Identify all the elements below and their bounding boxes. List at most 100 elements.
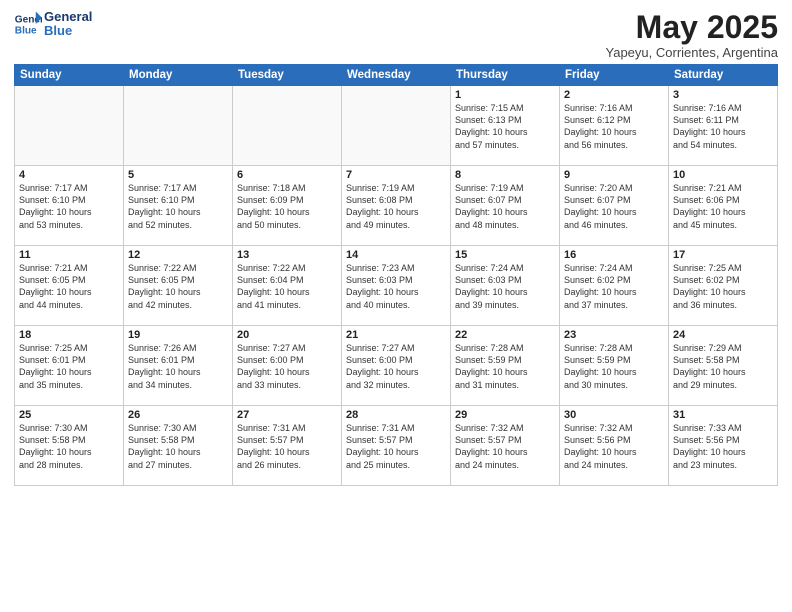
day-cell: 30Sunrise: 7:32 AMSunset: 5:56 PMDayligh…	[560, 406, 669, 486]
col-header-tuesday: Tuesday	[233, 65, 342, 86]
day-info: Sunrise: 7:21 AMSunset: 6:05 PMDaylight:…	[19, 262, 119, 311]
day-info: Sunrise: 7:30 AMSunset: 5:58 PMDaylight:…	[19, 422, 119, 471]
day-cell: 11Sunrise: 7:21 AMSunset: 6:05 PMDayligh…	[15, 246, 124, 326]
day-cell: 4Sunrise: 7:17 AMSunset: 6:10 PMDaylight…	[15, 166, 124, 246]
day-number: 8	[455, 169, 555, 181]
day-info: Sunrise: 7:30 AMSunset: 5:58 PMDaylight:…	[128, 422, 228, 471]
day-info: Sunrise: 7:17 AMSunset: 6:10 PMDaylight:…	[19, 182, 119, 231]
day-cell: 3Sunrise: 7:16 AMSunset: 6:11 PMDaylight…	[669, 86, 778, 166]
day-number: 11	[19, 249, 119, 261]
day-info: Sunrise: 7:16 AMSunset: 6:12 PMDaylight:…	[564, 102, 664, 151]
week-row-4: 18Sunrise: 7:25 AMSunset: 6:01 PMDayligh…	[15, 326, 778, 406]
day-cell: 10Sunrise: 7:21 AMSunset: 6:06 PMDayligh…	[669, 166, 778, 246]
day-number: 4	[19, 169, 119, 181]
logo-icon: General Blue	[14, 10, 42, 38]
day-number: 9	[564, 169, 664, 181]
day-number: 17	[673, 249, 773, 261]
day-cell: 24Sunrise: 7:29 AMSunset: 5:58 PMDayligh…	[669, 326, 778, 406]
day-number: 14	[346, 249, 446, 261]
col-header-saturday: Saturday	[669, 65, 778, 86]
calendar-table: SundayMondayTuesdayWednesdayThursdayFrid…	[14, 64, 778, 486]
day-info: Sunrise: 7:17 AMSunset: 6:10 PMDaylight:…	[128, 182, 228, 231]
day-info: Sunrise: 7:26 AMSunset: 6:01 PMDaylight:…	[128, 342, 228, 391]
day-number: 16	[564, 249, 664, 261]
day-number: 30	[564, 409, 664, 421]
day-info: Sunrise: 7:32 AMSunset: 5:56 PMDaylight:…	[564, 422, 664, 471]
day-cell: 26Sunrise: 7:30 AMSunset: 5:58 PMDayligh…	[124, 406, 233, 486]
day-number: 20	[237, 329, 337, 341]
day-number: 3	[673, 89, 773, 101]
day-cell: 18Sunrise: 7:25 AMSunset: 6:01 PMDayligh…	[15, 326, 124, 406]
day-info: Sunrise: 7:31 AMSunset: 5:57 PMDaylight:…	[346, 422, 446, 471]
day-info: Sunrise: 7:31 AMSunset: 5:57 PMDaylight:…	[237, 422, 337, 471]
day-cell: 13Sunrise: 7:22 AMSunset: 6:04 PMDayligh…	[233, 246, 342, 326]
header: General Blue General Blue May 2025 Yapey…	[14, 10, 778, 60]
day-info: Sunrise: 7:25 AMSunset: 6:01 PMDaylight:…	[19, 342, 119, 391]
col-header-thursday: Thursday	[451, 65, 560, 86]
day-cell: 25Sunrise: 7:30 AMSunset: 5:58 PMDayligh…	[15, 406, 124, 486]
day-info: Sunrise: 7:33 AMSunset: 5:56 PMDaylight:…	[673, 422, 773, 471]
day-info: Sunrise: 7:24 AMSunset: 6:03 PMDaylight:…	[455, 262, 555, 311]
day-number: 6	[237, 169, 337, 181]
day-cell: 14Sunrise: 7:23 AMSunset: 6:03 PMDayligh…	[342, 246, 451, 326]
day-cell	[233, 86, 342, 166]
day-cell: 20Sunrise: 7:27 AMSunset: 6:00 PMDayligh…	[233, 326, 342, 406]
day-cell: 8Sunrise: 7:19 AMSunset: 6:07 PMDaylight…	[451, 166, 560, 246]
day-cell: 9Sunrise: 7:20 AMSunset: 6:07 PMDaylight…	[560, 166, 669, 246]
day-info: Sunrise: 7:27 AMSunset: 6:00 PMDaylight:…	[346, 342, 446, 391]
day-number: 1	[455, 89, 555, 101]
day-number: 21	[346, 329, 446, 341]
day-number: 18	[19, 329, 119, 341]
day-info: Sunrise: 7:16 AMSunset: 6:11 PMDaylight:…	[673, 102, 773, 151]
day-cell	[15, 86, 124, 166]
day-cell: 7Sunrise: 7:19 AMSunset: 6:08 PMDaylight…	[342, 166, 451, 246]
day-number: 15	[455, 249, 555, 261]
day-info: Sunrise: 7:20 AMSunset: 6:07 PMDaylight:…	[564, 182, 664, 231]
col-header-sunday: Sunday	[15, 65, 124, 86]
day-info: Sunrise: 7:32 AMSunset: 5:57 PMDaylight:…	[455, 422, 555, 471]
day-cell: 2Sunrise: 7:16 AMSunset: 6:12 PMDaylight…	[560, 86, 669, 166]
day-info: Sunrise: 7:19 AMSunset: 6:07 PMDaylight:…	[455, 182, 555, 231]
day-number: 2	[564, 89, 664, 101]
day-info: Sunrise: 7:27 AMSunset: 6:00 PMDaylight:…	[237, 342, 337, 391]
location-subtitle: Yapeyu, Corrientes, Argentina	[606, 45, 778, 60]
day-cell: 16Sunrise: 7:24 AMSunset: 6:02 PMDayligh…	[560, 246, 669, 326]
day-info: Sunrise: 7:22 AMSunset: 6:05 PMDaylight:…	[128, 262, 228, 311]
day-info: Sunrise: 7:29 AMSunset: 5:58 PMDaylight:…	[673, 342, 773, 391]
day-number: 10	[673, 169, 773, 181]
week-row-3: 11Sunrise: 7:21 AMSunset: 6:05 PMDayligh…	[15, 246, 778, 326]
day-cell: 28Sunrise: 7:31 AMSunset: 5:57 PMDayligh…	[342, 406, 451, 486]
day-cell: 27Sunrise: 7:31 AMSunset: 5:57 PMDayligh…	[233, 406, 342, 486]
day-info: Sunrise: 7:24 AMSunset: 6:02 PMDaylight:…	[564, 262, 664, 311]
page: General Blue General Blue May 2025 Yapey…	[0, 0, 792, 612]
day-info: Sunrise: 7:25 AMSunset: 6:02 PMDaylight:…	[673, 262, 773, 311]
day-number: 31	[673, 409, 773, 421]
day-number: 7	[346, 169, 446, 181]
col-header-wednesday: Wednesday	[342, 65, 451, 86]
day-cell: 5Sunrise: 7:17 AMSunset: 6:10 PMDaylight…	[124, 166, 233, 246]
day-number: 29	[455, 409, 555, 421]
day-number: 25	[19, 409, 119, 421]
day-cell: 31Sunrise: 7:33 AMSunset: 5:56 PMDayligh…	[669, 406, 778, 486]
day-info: Sunrise: 7:28 AMSunset: 5:59 PMDaylight:…	[455, 342, 555, 391]
day-cell: 29Sunrise: 7:32 AMSunset: 5:57 PMDayligh…	[451, 406, 560, 486]
logo-blue: Blue	[44, 24, 92, 38]
week-row-1: 1Sunrise: 7:15 AMSunset: 6:13 PMDaylight…	[15, 86, 778, 166]
title-block: May 2025 Yapeyu, Corrientes, Argentina	[606, 10, 778, 60]
day-info: Sunrise: 7:22 AMSunset: 6:04 PMDaylight:…	[237, 262, 337, 311]
week-row-5: 25Sunrise: 7:30 AMSunset: 5:58 PMDayligh…	[15, 406, 778, 486]
day-cell: 19Sunrise: 7:26 AMSunset: 6:01 PMDayligh…	[124, 326, 233, 406]
day-number: 19	[128, 329, 228, 341]
svg-text:Blue: Blue	[15, 26, 37, 37]
day-number: 23	[564, 329, 664, 341]
col-header-monday: Monday	[124, 65, 233, 86]
day-cell: 6Sunrise: 7:18 AMSunset: 6:09 PMDaylight…	[233, 166, 342, 246]
day-cell: 12Sunrise: 7:22 AMSunset: 6:05 PMDayligh…	[124, 246, 233, 326]
day-number: 22	[455, 329, 555, 341]
header-row: SundayMondayTuesdayWednesdayThursdayFrid…	[15, 65, 778, 86]
day-number: 12	[128, 249, 228, 261]
day-info: Sunrise: 7:23 AMSunset: 6:03 PMDaylight:…	[346, 262, 446, 311]
day-number: 13	[237, 249, 337, 261]
week-row-2: 4Sunrise: 7:17 AMSunset: 6:10 PMDaylight…	[15, 166, 778, 246]
logo: General Blue General Blue	[14, 10, 92, 39]
